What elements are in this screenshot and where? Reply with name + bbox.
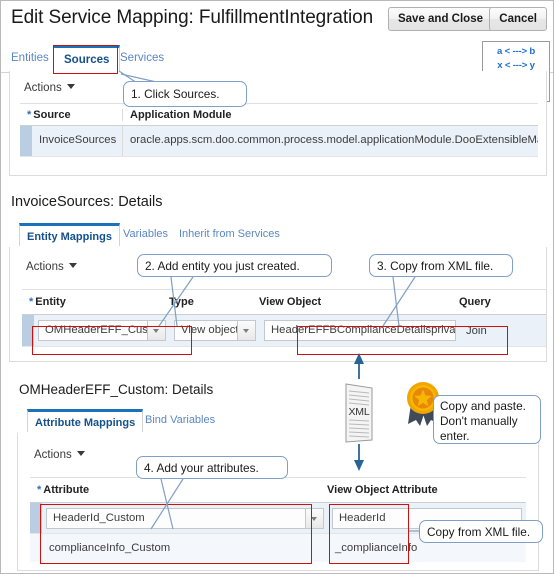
required-asterisk-icon: * bbox=[37, 484, 42, 496]
sources-panel: Actions * Source Application Module Invoi… bbox=[9, 71, 547, 176]
row-selector-handle[interactable] bbox=[30, 534, 42, 562]
sources-actions-menu[interactable]: Actions bbox=[24, 82, 75, 94]
row-selector-handle[interactable] bbox=[20, 126, 32, 156]
attribute-actions-label: Actions bbox=[34, 449, 72, 461]
xml-icon-label: XML bbox=[348, 406, 370, 418]
cell-source: InvoiceSources bbox=[39, 134, 117, 146]
cell-attribute: complianceInfo_Custom bbox=[49, 542, 171, 554]
main-tab-bar: Entities Sources Services bbox=[1, 45, 553, 73]
attribute-actions-menu[interactable]: Actions bbox=[34, 449, 85, 461]
save-and-close-button[interactable]: Save and Close bbox=[387, 7, 493, 31]
entity-field-wrap: OMHeaderEFF_Custom bbox=[34, 320, 170, 341]
attribute-table-header: * Attribute View Object Attribute bbox=[30, 477, 526, 503]
tab-variables[interactable]: Variables bbox=[123, 223, 168, 246]
column-header-view-object: View Object bbox=[259, 296, 322, 308]
attribute-field-wrap: HeaderId_Custom bbox=[42, 507, 328, 529]
chevron-down-icon[interactable] bbox=[305, 508, 323, 528]
column-header-type: Type bbox=[169, 296, 194, 308]
tab-inherit-from-services[interactable]: Inherit from Services bbox=[179, 223, 280, 246]
details-tab-bar: Entity Mappings Variables Inherit from S… bbox=[9, 223, 547, 248]
callout-2-add-entity: 2. Add entity you just created. bbox=[137, 254, 332, 277]
column-header-source: * Source bbox=[27, 108, 71, 121]
entity-actions-menu[interactable]: Actions bbox=[26, 261, 77, 273]
sources-table-header: * Source Application Module bbox=[20, 103, 538, 126]
tab-bind-variables[interactable]: Bind Variables bbox=[145, 409, 215, 432]
cell-application-module: oracle.apps.scm.doo.common.process.model… bbox=[122, 126, 538, 156]
attribute-value: HeaderId_Custom bbox=[47, 508, 305, 528]
chevron-down-icon[interactable] bbox=[237, 321, 255, 340]
chevron-down-icon bbox=[68, 263, 77, 268]
entity-table-header: * Entity Type View Object Query bbox=[22, 289, 546, 315]
row-selector-handle[interactable] bbox=[30, 503, 42, 533]
tab-sources[interactable]: Sources bbox=[53, 45, 121, 71]
tab-entity-mappings[interactable]: Entity Mappings bbox=[19, 223, 120, 246]
page-title: Edit Service Mapping: FulfillmentIntegra… bbox=[11, 7, 374, 28]
table-row[interactable]: OMHeaderEFF_Custom View object HeaderEFF… bbox=[22, 315, 546, 347]
service-mapping-window: Edit Service Mapping: FulfillmentIntegra… bbox=[0, 0, 554, 574]
tab-attribute-mappings[interactable]: Attribute Mappings bbox=[27, 409, 144, 432]
view-object-field-wrap: HeaderEFFBComplianceDetailsprivateVO bbox=[260, 320, 460, 341]
attribute-mappings-panel: Actions * Attribute View Object Attribute… bbox=[17, 433, 539, 571]
entity-actions-label: Actions bbox=[26, 261, 64, 273]
column-header-application-module: Application Module bbox=[122, 108, 538, 121]
callout-copy-from-xml-file: Copy from XML file. bbox=[419, 520, 543, 543]
required-asterisk-icon: * bbox=[27, 108, 32, 121]
callout-copy-and-paste: Copy and paste. Don't manually enter. bbox=[433, 395, 541, 444]
entity-value: OMHeaderEFF_Custom bbox=[39, 321, 147, 340]
column-header-attribute: * Attribute bbox=[37, 484, 90, 496]
required-asterisk-icon: * bbox=[29, 296, 34, 308]
entity-dropdown[interactable]: OMHeaderEFF_Custom bbox=[38, 320, 166, 341]
cell-query: Join bbox=[466, 324, 487, 337]
type-field-wrap: View object bbox=[170, 320, 260, 341]
tab-services[interactable]: Services bbox=[120, 45, 164, 71]
invoicesources-details-title: InvoiceSources: Details bbox=[11, 194, 163, 210]
sources-table: * Source Application Module InvoiceSource… bbox=[20, 103, 538, 157]
badge-mapping-line-1: a < ---> b bbox=[497, 46, 535, 57]
xml-file-icon: XML bbox=[341, 382, 377, 444]
column-header-entity: * Entity bbox=[29, 296, 66, 308]
type-value: View object bbox=[175, 321, 237, 340]
attribute-dropdown[interactable]: HeaderId_Custom bbox=[46, 507, 324, 529]
omheadereff-details-title: OMHeaderEFF_Custom: Details bbox=[19, 382, 214, 397]
tab-entities[interactable]: Entities bbox=[11, 45, 49, 71]
chevron-down-icon bbox=[66, 84, 75, 89]
row-selector-handle[interactable] bbox=[22, 315, 34, 346]
callout-1-click-sources: 1. Click Sources. bbox=[123, 81, 247, 107]
cancel-button[interactable]: Cancel bbox=[489, 7, 547, 31]
page-header: Edit Service Mapping: FulfillmentIntegra… bbox=[1, 1, 553, 38]
sources-actions-label: Actions bbox=[24, 82, 62, 94]
column-header-view-object-attribute: View Object Attribute bbox=[327, 484, 438, 496]
callout-3-copy-from-xml: 3. Copy from XML file. bbox=[369, 254, 513, 277]
callout-4-add-attributes: 4. Add your attributes. bbox=[136, 456, 288, 479]
chevron-down-icon[interactable] bbox=[147, 321, 165, 340]
table-row[interactable]: InvoiceSources oracle.apps.scm.doo.commo… bbox=[20, 126, 538, 157]
column-header-query: Query bbox=[459, 296, 491, 308]
type-dropdown[interactable]: View object bbox=[174, 320, 256, 341]
view-object-input[interactable]: HeaderEFFBComplianceDetailsprivateVO bbox=[264, 320, 456, 341]
chevron-down-icon bbox=[76, 451, 85, 456]
entity-mappings-table: * Entity Type View Object Query OMHeaderE… bbox=[22, 289, 546, 347]
